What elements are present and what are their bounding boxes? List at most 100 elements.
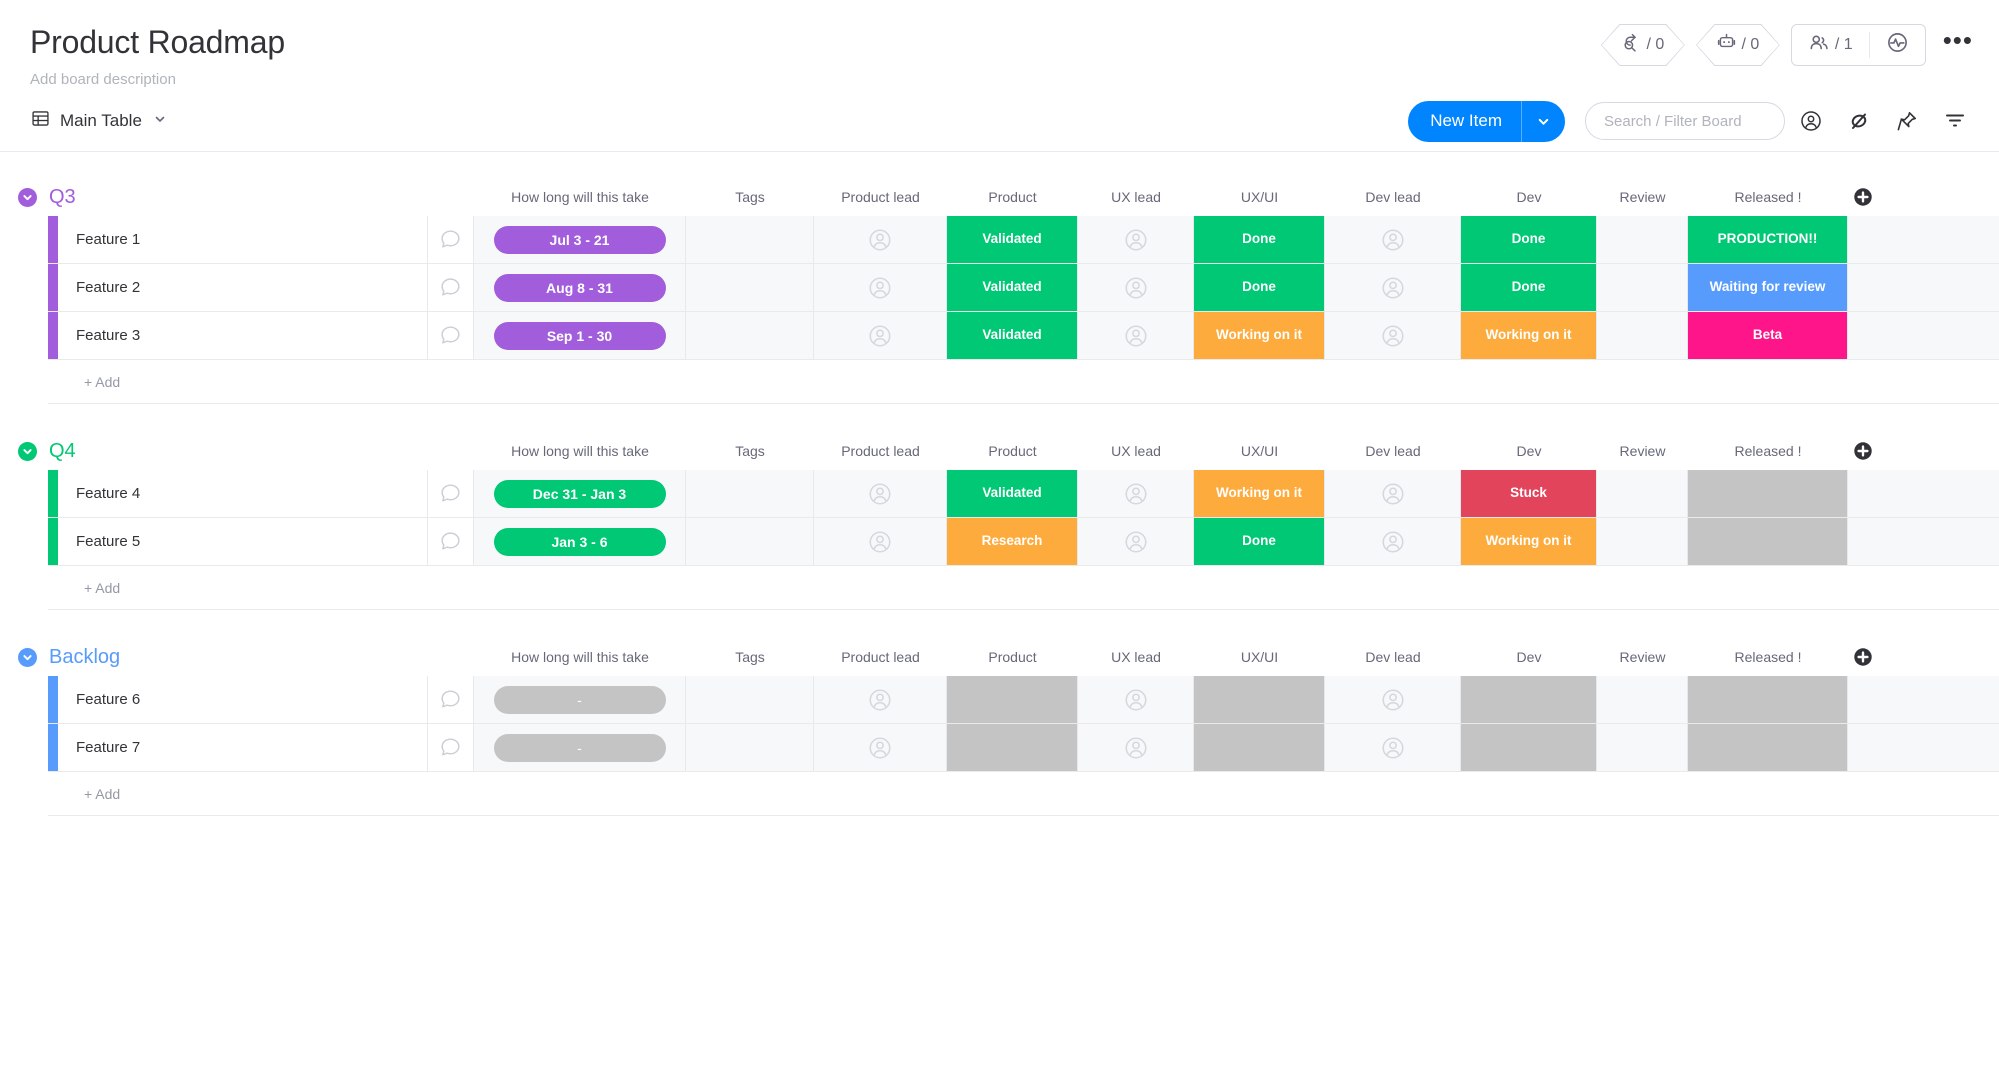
status-badge[interactable]	[1688, 724, 1847, 771]
cell-review[interactable]	[1597, 470, 1688, 517]
timeline-pill[interactable]: Sep 1 - 30	[494, 322, 666, 350]
status-badge[interactable]: Done	[1461, 264, 1596, 311]
activity-log-button[interactable]	[1870, 25, 1925, 65]
new-item-button[interactable]: New Item	[1408, 101, 1565, 142]
add-item-label[interactable]: + Add	[58, 360, 1999, 403]
hide-icon[interactable]	[1837, 99, 1881, 143]
column-header-tags[interactable]: Tags	[686, 432, 814, 470]
cell-timeline[interactable]: -	[474, 676, 686, 723]
avatar-placeholder-icon[interactable]	[1325, 312, 1461, 359]
cell-item-name[interactable]: Feature 4	[58, 470, 428, 517]
status-badge[interactable]: Validated	[947, 264, 1077, 311]
column-header-released[interactable]: Released !	[1688, 638, 1848, 676]
column-header-ux_lead[interactable]: UX lead	[1078, 432, 1194, 470]
column-header-released[interactable]: Released !	[1688, 178, 1848, 216]
add-column-button[interactable]	[1848, 432, 1878, 470]
avatar-placeholder-icon[interactable]	[1078, 724, 1194, 771]
column-header-review[interactable]: Review	[1597, 178, 1688, 216]
status-badge[interactable]: Stuck	[1461, 470, 1596, 517]
person-filter-icon[interactable]	[1789, 99, 1833, 143]
cell-review[interactable]	[1597, 264, 1688, 311]
status-badge[interactable]: Done	[1194, 264, 1324, 311]
cell-dev[interactable]: Done	[1461, 264, 1597, 311]
avatar-placeholder-icon[interactable]	[1325, 676, 1461, 723]
cell-product[interactable]: Research	[947, 518, 1078, 565]
cell-review[interactable]	[1597, 312, 1688, 359]
add-column-button[interactable]	[1848, 638, 1878, 676]
column-header-product[interactable]: Product	[947, 638, 1078, 676]
cell-released[interactable]	[1688, 518, 1848, 565]
search-input[interactable]	[1604, 113, 1766, 130]
status-badge[interactable]: Validated	[947, 216, 1077, 263]
add-item-label[interactable]: + Add	[58, 566, 1999, 609]
timeline-pill[interactable]: -	[494, 734, 666, 762]
avatar-placeholder-icon[interactable]	[814, 312, 947, 359]
cell-released[interactable]: Waiting for review	[1688, 264, 1848, 311]
add-item-row[interactable]: + Add	[48, 360, 1999, 404]
cell-dev[interactable]	[1461, 676, 1597, 723]
cell-ux_ui[interactable]: Working on it	[1194, 312, 1325, 359]
avatar-placeholder-icon[interactable]	[1325, 216, 1461, 263]
cell-item-name[interactable]: Feature 7	[58, 724, 428, 771]
avatar-placeholder-icon[interactable]	[1325, 470, 1461, 517]
avatar-placeholder-icon[interactable]	[1078, 312, 1194, 359]
cell-dev[interactable]: Stuck	[1461, 470, 1597, 517]
column-header-dev[interactable]: Dev	[1461, 432, 1597, 470]
comment-bubble-icon[interactable]	[428, 724, 474, 771]
cell-timeline[interactable]: -	[474, 724, 686, 771]
cell-ux_ui[interactable]: Working on it	[1194, 470, 1325, 517]
cell-ux_ui[interactable]: Done	[1194, 264, 1325, 311]
comment-bubble-icon[interactable]	[428, 518, 474, 565]
cell-item-name[interactable]: Feature 5	[58, 518, 428, 565]
table-row[interactable]: Feature 5 Jan 3 - 6 Research Done Workin…	[48, 518, 1999, 566]
column-header-released[interactable]: Released !	[1688, 432, 1848, 470]
column-header-product[interactable]: Product	[947, 178, 1078, 216]
column-header-timeline[interactable]: How long will this take	[474, 432, 686, 470]
comment-bubble-icon[interactable]	[428, 312, 474, 359]
cell-review[interactable]	[1597, 216, 1688, 263]
avatar-placeholder-icon[interactable]	[814, 518, 947, 565]
cell-product[interactable]	[947, 724, 1078, 771]
cell-timeline[interactable]: Jul 3 - 21	[474, 216, 686, 263]
automations-badge[interactable]: / 0	[1696, 24, 1780, 66]
status-badge[interactable]: Working on it	[1461, 518, 1596, 565]
column-header-review[interactable]: Review	[1597, 638, 1688, 676]
status-badge[interactable]	[1688, 518, 1847, 565]
column-header-tags[interactable]: Tags	[686, 638, 814, 676]
status-badge[interactable]: Working on it	[1194, 470, 1324, 517]
timeline-pill[interactable]: Jan 3 - 6	[494, 528, 666, 556]
search-filter-box[interactable]	[1585, 102, 1785, 140]
cell-tags[interactable]	[686, 216, 814, 263]
add-column-button[interactable]	[1848, 178, 1878, 216]
status-badge[interactable]	[947, 724, 1077, 771]
group-collapse-icon[interactable]	[18, 648, 37, 667]
timeline-pill[interactable]: Dec 31 - Jan 3	[494, 480, 666, 508]
avatar-placeholder-icon[interactable]	[1078, 676, 1194, 723]
avatar-placeholder-icon[interactable]	[1078, 216, 1194, 263]
cell-timeline[interactable]: Aug 8 - 31	[474, 264, 686, 311]
status-badge[interactable]	[1194, 724, 1324, 771]
cell-tags[interactable]	[686, 724, 814, 771]
status-badge[interactable]: Done	[1461, 216, 1596, 263]
column-header-ux_ui[interactable]: UX/UI	[1194, 638, 1325, 676]
cell-product[interactable]: Validated	[947, 312, 1078, 359]
avatar-placeholder-icon[interactable]	[1325, 724, 1461, 771]
cell-released[interactable]	[1688, 470, 1848, 517]
table-row[interactable]: Feature 4 Dec 31 - Jan 3 Validated Worki…	[48, 470, 1999, 518]
cell-tags[interactable]	[686, 676, 814, 723]
cell-ux_ui[interactable]	[1194, 676, 1325, 723]
table-row[interactable]: Feature 6 -	[48, 676, 1999, 724]
add-item-row[interactable]: + Add	[48, 772, 1999, 816]
column-header-timeline[interactable]: How long will this take	[474, 178, 686, 216]
cell-review[interactable]	[1597, 518, 1688, 565]
column-header-dev[interactable]: Dev	[1461, 638, 1597, 676]
column-header-tags[interactable]: Tags	[686, 178, 814, 216]
cell-item-name[interactable]: Feature 6	[58, 676, 428, 723]
avatar-placeholder-icon[interactable]	[814, 216, 947, 263]
filter-icon[interactable]	[1933, 99, 1977, 143]
cell-dev[interactable]: Done	[1461, 216, 1597, 263]
more-menu-icon[interactable]: •••	[1937, 35, 1979, 55]
status-badge[interactable]	[1688, 470, 1847, 517]
avatar-placeholder-icon[interactable]	[1325, 264, 1461, 311]
status-badge[interactable]: Waiting for review	[1688, 264, 1847, 311]
